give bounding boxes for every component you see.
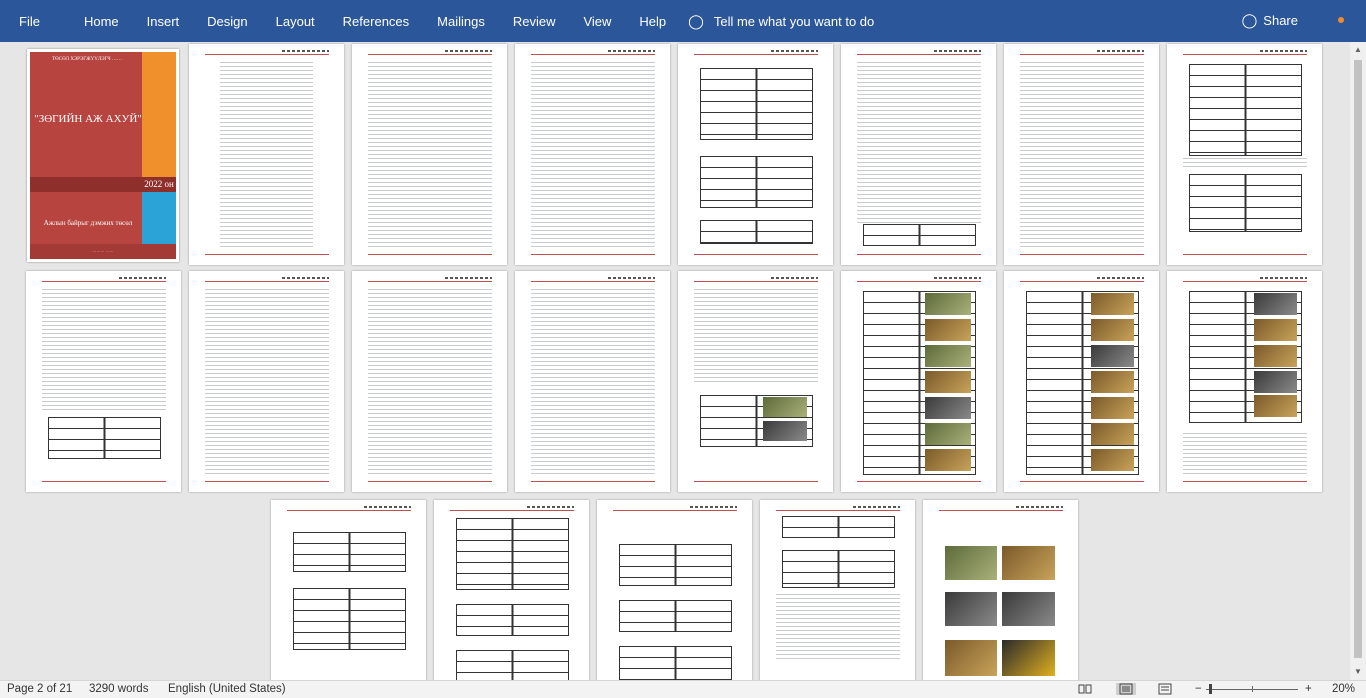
tab-review[interactable]: Review	[513, 14, 556, 29]
cover-title: "ЗӨГИЙН АЖ АХУЙ"	[34, 113, 142, 125]
tab-mailings[interactable]: Mailings	[437, 14, 485, 29]
page-thumbnail-15[interactable]	[1004, 271, 1159, 492]
page-thumbnail-19[interactable]	[597, 500, 752, 680]
zoom-level[interactable]: 20%	[1332, 683, 1355, 695]
tab-layout[interactable]: Layout	[276, 14, 315, 29]
page-thumbnail-8[interactable]	[1167, 44, 1322, 265]
page-thumbnail-14[interactable]	[841, 271, 996, 492]
zoom-in-button[interactable]: +	[1305, 683, 1312, 695]
cover-dark-band	[30, 177, 142, 192]
page-thumbnail-3[interactable]	[352, 44, 507, 265]
tab-references[interactable]: References	[343, 14, 409, 29]
zoom-out-button[interactable]: −	[1195, 683, 1202, 695]
tab-file[interactable]: File	[19, 14, 40, 29]
tab-home[interactable]: Home	[84, 14, 119, 29]
page-thumbnail-10[interactable]	[189, 271, 344, 492]
status-bar: Page 2 of 21 3290 words English (United …	[0, 680, 1366, 698]
tell-me-search[interactable]: ◯ Tell me what you want to do	[688, 13, 874, 30]
cover-year: 2022 он	[144, 179, 174, 189]
page-thumbnail-13[interactable]	[678, 271, 833, 492]
scroll-up-icon[interactable]: ▲	[1350, 42, 1366, 58]
page-thumbnail-18[interactable]	[434, 500, 589, 680]
page-thumbnail-16[interactable]	[1167, 271, 1322, 492]
cover-red-block	[30, 52, 142, 244]
cover-blue-block	[142, 192, 176, 244]
cover-top-text: ТӨСӨЛ ХЭРЭГЖҮҮЛЭГЧ ……	[52, 57, 122, 62]
scrollbar-thumb[interactable]	[1354, 60, 1362, 658]
book-icon[interactable]	[1078, 683, 1092, 695]
page-thumbnail-20[interactable]	[760, 500, 915, 680]
zoom-slider-tick	[1252, 686, 1253, 692]
document-workspace[interactable]: ТӨСӨЛ ХЭРЭГЖҮҮЛЭГЧ …… "ЗӨГИЙН АЖ АХУЙ" 2…	[0, 42, 1350, 680]
cover-bottom-text: ……… ……	[92, 248, 114, 253]
page-icon[interactable]	[1116, 683, 1136, 695]
person-icon: ◯	[1241, 12, 1258, 28]
zoom-slider-knob[interactable]	[1209, 684, 1212, 694]
tab-design[interactable]: Design	[207, 14, 247, 29]
page-count[interactable]: Page 2 of 21	[7, 683, 72, 695]
page-thumbnail-9[interactable]	[26, 271, 181, 492]
notification-dot	[1338, 17, 1344, 23]
page-thumbnail-21[interactable]	[923, 500, 1078, 680]
vertical-scrollbar[interactable]: ▲ ▼	[1350, 42, 1366, 680]
web-icon[interactable]	[1158, 683, 1172, 695]
lightbulb-icon: ◯	[688, 12, 704, 29]
page-thumbnail-6[interactable]	[841, 44, 996, 265]
scroll-down-icon[interactable]: ▼	[1350, 664, 1366, 680]
page-thumbnail-1[interactable]: ТӨСӨЛ ХЭРЭГЖҮҮЛЭГЧ …… "ЗӨГИЙН АЖ АХУЙ" 2…	[27, 49, 179, 262]
ribbon-menu-bar: File Home Insert Design Layout Reference…	[0, 0, 1366, 42]
tab-view[interactable]: View	[583, 14, 611, 29]
tell-me-label: Tell me what you want to do	[713, 13, 875, 29]
tab-insert[interactable]: Insert	[147, 14, 180, 29]
page-thumbnail-12[interactable]	[515, 271, 670, 492]
share-button[interactable]: ◯ Share	[1242, 12, 1298, 29]
page-thumbnail-4[interactable]	[515, 44, 670, 265]
page-thumbnail-5[interactable]	[678, 44, 833, 265]
share-label: Share	[1263, 13, 1298, 28]
page-thumbnail-2[interactable]	[189, 44, 344, 265]
language-indicator[interactable]: English (United States)	[168, 683, 286, 695]
cover-subtitle: Ажлын байрыг дэмжих төсөл	[43, 219, 133, 227]
cover-orange-block	[142, 52, 176, 177]
word-count[interactable]: 3290 words	[89, 683, 148, 695]
tab-help[interactable]: Help	[639, 14, 666, 29]
page-thumbnail-17[interactable]	[271, 500, 426, 680]
page-thumbnail-11[interactable]	[352, 271, 507, 492]
page-thumbnail-7[interactable]	[1004, 44, 1159, 265]
